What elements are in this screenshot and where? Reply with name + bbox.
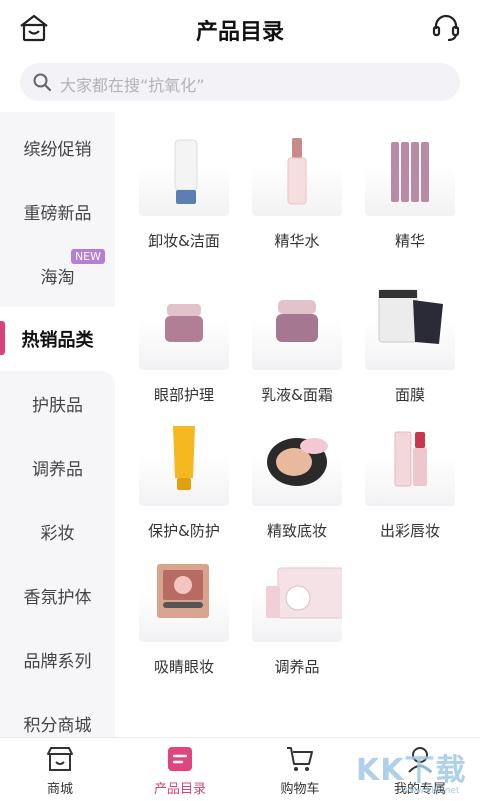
tab-store[interactable]: 商城 [0, 738, 120, 801]
product-label: 面膜 [394, 386, 425, 404]
product-cell[interactable]: 精华水 [238, 132, 356, 268]
cart-icon [287, 747, 313, 771]
sidebar-item-promo[interactable]: 缤纷促销 [0, 115, 115, 179]
supplement-box-icon [266, 567, 345, 619]
sidebar-item-label: 热销品类 [21, 330, 94, 351]
product-image [139, 132, 229, 216]
new-badge: NEW [70, 249, 105, 264]
product-label: 保护&防护 [148, 522, 220, 540]
product-label: 精华 [394, 232, 425, 250]
product-image [365, 422, 455, 506]
cream-jar-icon [276, 300, 318, 342]
page-title: 产品目录 [195, 20, 284, 45]
product-label: 吸睛眼妆 [153, 658, 214, 676]
sidebar-item-label: 海淘 [40, 267, 75, 288]
category-sidebar: 缤纷促销 重磅新品 海淘 NEW 热销品类 护肤品 调养品 彩妆 香氛护体 品牌… [0, 112, 115, 737]
product-image [139, 286, 229, 370]
sidebar-item-label: 香氛护体 [23, 587, 92, 608]
sidebar-item-brand[interactable]: 品牌系列 [0, 627, 115, 691]
product-image [252, 132, 342, 216]
product-image [252, 422, 342, 506]
sidebar-item-makeup[interactable]: 彩妆 [0, 499, 115, 563]
customer-service-icon[interactable] [430, 12, 462, 44]
product-label: 调养品 [274, 658, 320, 676]
product-image [139, 558, 229, 642]
sidebar-item-points[interactable]: 积分商城 [0, 691, 115, 737]
product-cell[interactable]: 吸睛眼妆 [125, 558, 243, 694]
sidebar-item-label: 品牌系列 [23, 651, 92, 672]
product-image [252, 558, 345, 642]
sidebar-item-label: 重磅新品 [23, 203, 92, 224]
product-label: 出彩唇妆 [379, 522, 440, 540]
product-cell[interactable]: 出彩唇妆 [351, 422, 469, 558]
product-image [139, 422, 229, 506]
sidebar-item-label: 调养品 [32, 459, 83, 480]
product-label: 精致底妆 [266, 522, 327, 540]
watermark-logo: KK下载 [356, 753, 467, 788]
lipstick-icon [394, 431, 427, 487]
sidebar-item-fragrance[interactable]: 香氛护体 [0, 563, 115, 627]
cleanser-tube-icon [174, 139, 198, 204]
product-label: 精华水 [274, 232, 320, 250]
search-icon [33, 73, 52, 92]
product-label: 卸妆&洁面 [148, 232, 220, 250]
search-bar[interactable]: 大家都在搜“抗氧化” [20, 63, 460, 101]
tab-cart[interactable]: 购物车 [240, 738, 360, 801]
product-cell[interactable]: 乳液&面霜 [238, 286, 356, 422]
product-cell[interactable]: 保护&防护 [125, 422, 243, 558]
product-cell[interactable]: 眼部护理 [125, 286, 243, 422]
search-placeholder: 大家都在搜“抗氧化” [60, 76, 205, 95]
store-icon [47, 747, 73, 771]
product-image [252, 286, 342, 370]
header: 产品目录 [0, 0, 480, 56]
eye-cream-jar-icon [165, 304, 203, 342]
product-image [365, 132, 455, 216]
product-cell[interactable]: 调养品 [238, 558, 356, 694]
sidebar-item-label: 积分商城 [23, 716, 92, 736]
cushion-compact-icon [267, 438, 328, 486]
tab-catalog[interactable]: 产品目录 [120, 738, 240, 801]
product-cell[interactable]: 卸妆&洁面 [125, 132, 243, 268]
tab-label: 商城 [46, 782, 73, 797]
catalog-icon [168, 747, 192, 771]
product-cell[interactable]: 面膜 [351, 286, 469, 422]
watermark-url: www.kkx.net [402, 786, 460, 796]
face-mask-icon [378, 289, 443, 344]
product-label: 乳液&面霜 [261, 386, 333, 404]
essence-bottle-icon [287, 138, 307, 205]
sunscreen-tube-icon [173, 426, 195, 490]
sidebar-item-label: 缤纷促销 [23, 139, 92, 160]
product-image [365, 286, 455, 370]
product-cell[interactable]: 精致底妆 [238, 422, 356, 558]
sidebar-item-label: 彩妆 [40, 523, 75, 544]
serum-vials-icon [391, 142, 429, 202]
sidebar-item-skincare[interactable]: 护肤品 [0, 371, 115, 435]
sidebar-item-hot[interactable]: 热销品类 [0, 307, 115, 371]
eyeshadow-palette-icon [157, 564, 209, 618]
sidebar-item-supplements[interactable]: 调养品 [0, 435, 115, 499]
tab-label: 购物车 [280, 782, 320, 797]
sidebar-item-haitao[interactable]: 海淘 NEW [0, 243, 115, 307]
product-cell[interactable]: 精华 [351, 132, 469, 268]
sidebar-item-label: 护肤品 [32, 395, 83, 416]
tab-label: 产品目录 [153, 782, 206, 797]
product-label: 眼部护理 [153, 386, 214, 404]
sidebar-item-new[interactable]: 重磅新品 [0, 179, 115, 243]
active-indicator [0, 321, 5, 355]
